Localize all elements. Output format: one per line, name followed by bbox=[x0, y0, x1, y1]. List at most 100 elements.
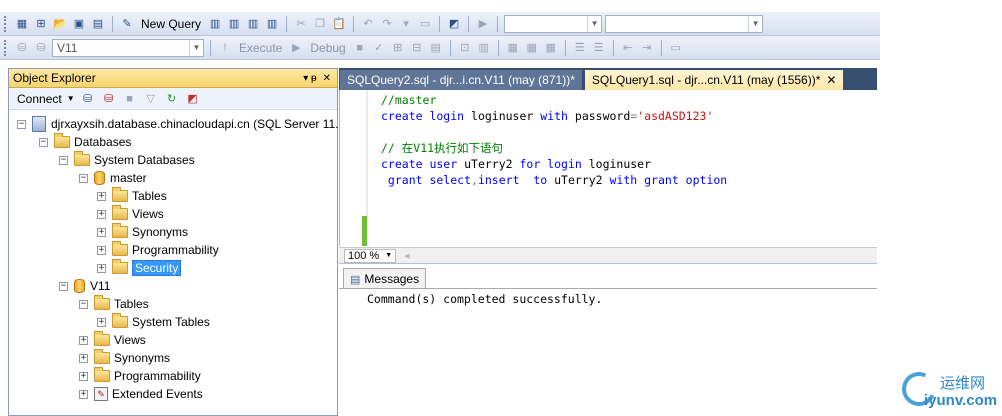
activity-monitor-icon[interactable]: ◩ bbox=[446, 16, 462, 32]
activity-monitor-icon[interactable]: ◩ bbox=[185, 91, 201, 107]
undo-icon[interactable]: ↶ bbox=[360, 16, 376, 32]
chevron-down-icon[interactable]: ▼ bbox=[587, 15, 601, 32]
expand-icon[interactable]: + bbox=[97, 227, 106, 237]
debug-button[interactable]: Debug bbox=[307, 41, 348, 55]
find-icon[interactable]: ▭ bbox=[417, 16, 433, 32]
close-icon[interactable]: ✕ bbox=[826, 73, 836, 87]
parse-icon[interactable]: ✓ bbox=[371, 40, 387, 56]
collapse-icon[interactable]: − bbox=[39, 137, 48, 147]
tree-node-v11-synonyms[interactable]: + Synonyms bbox=[79, 349, 170, 367]
tree-node-v11-tables[interactable]: − Tables bbox=[79, 295, 149, 313]
tree-node-databases[interactable]: − Databases bbox=[39, 133, 131, 151]
disconnect-icon[interactable]: ⛁ bbox=[101, 91, 117, 107]
new-query-button[interactable]: New Query bbox=[138, 17, 204, 31]
tree-node-master-synonyms[interactable]: + Synonyms bbox=[97, 223, 188, 241]
increase-indent-icon[interactable]: ⇥ bbox=[639, 40, 655, 56]
filter-icon[interactable]: ▽ bbox=[143, 91, 159, 107]
results-file-icon[interactable]: ▦ bbox=[543, 40, 559, 56]
solution-config-combo[interactable]: ▼ bbox=[504, 14, 603, 33]
connect-server-icon[interactable]: ⛁ bbox=[80, 91, 96, 107]
available-databases-combo[interactable]: V11 ▼ bbox=[52, 38, 204, 57]
tree-node-v11-extended-events[interactable]: + ✎ Extended Events bbox=[79, 385, 203, 403]
comment-icon[interactable]: ☰ bbox=[572, 40, 588, 56]
add-item-icon[interactable]: ⊞ bbox=[33, 16, 49, 32]
expand-icon[interactable]: + bbox=[97, 209, 106, 219]
collapse-icon[interactable]: − bbox=[17, 119, 26, 129]
scroll-left-icon[interactable]: ◂ bbox=[404, 249, 410, 262]
expand-icon[interactable]: + bbox=[97, 263, 106, 273]
tree-node-v11-system-tables[interactable]: + System Tables bbox=[97, 313, 210, 331]
tab-sqlquery1[interactable]: SQLQuery1.sql - djr...cn.V11 (may (1556)… bbox=[584, 70, 844, 90]
tree-node-v11-programmability[interactable]: + Programmability bbox=[79, 367, 201, 385]
tree-node-v11-views[interactable]: + Views bbox=[79, 331, 146, 349]
connect-icon[interactable]: ⛁ bbox=[14, 40, 30, 56]
collapse-icon[interactable]: − bbox=[79, 173, 88, 183]
query-designer-icon[interactable]: ⊟ bbox=[409, 40, 425, 56]
find-combo[interactable]: ▼ bbox=[605, 14, 764, 33]
save-all-icon[interactable]: ▤ bbox=[90, 16, 106, 32]
decrease-indent-icon[interactable]: ⇤ bbox=[620, 40, 636, 56]
expand-icon[interactable]: + bbox=[79, 335, 88, 345]
query-xmla-icon[interactable]: ▥ bbox=[264, 16, 280, 32]
tab-sqlquery2[interactable]: SQLQuery2.sql - djr...i.cn.V11 (may (871… bbox=[340, 70, 582, 90]
collapse-icon[interactable]: − bbox=[79, 299, 88, 309]
query-mdx-icon[interactable]: ▥ bbox=[226, 16, 242, 32]
tree-node-master-programmability[interactable]: + Programmability bbox=[97, 241, 219, 259]
query-dmx-icon[interactable]: ▥ bbox=[245, 16, 261, 32]
copy-icon[interactable]: ❐ bbox=[312, 16, 328, 32]
tree-node-master-views[interactable]: + Views bbox=[97, 205, 164, 223]
stop-icon[interactable]: ■ bbox=[352, 40, 368, 56]
tree-node-system-databases[interactable]: − System Databases bbox=[59, 151, 195, 169]
chevron-down-icon[interactable]: ▼ bbox=[67, 94, 75, 103]
results-text-icon[interactable]: ▦ bbox=[505, 40, 521, 56]
expand-icon[interactable]: + bbox=[97, 245, 106, 255]
zoom-select[interactable]: 100 % ▼ bbox=[344, 248, 397, 263]
toolbar-grip[interactable] bbox=[4, 15, 8, 32]
collapse-icon[interactable]: − bbox=[59, 281, 68, 291]
cut-icon[interactable]: ✂ bbox=[293, 16, 309, 32]
tree-node-master-tables[interactable]: + Tables bbox=[97, 187, 167, 205]
results-grid-icon[interactable]: ▦ bbox=[524, 40, 540, 56]
display-plan-icon[interactable]: ⊞ bbox=[390, 40, 406, 56]
pin-icon[interactable]: ▾ ᵽ bbox=[303, 73, 316, 84]
folder-icon bbox=[112, 241, 128, 256]
tree-node-v11[interactable]: − V11 bbox=[59, 277, 110, 295]
new-project-icon[interactable]: ▦ bbox=[14, 16, 30, 32]
redo-icon[interactable]: ↷ bbox=[379, 16, 395, 32]
client-stats-icon[interactable]: ▥ bbox=[476, 40, 492, 56]
query-type-icon[interactable]: ▥ bbox=[207, 16, 223, 32]
close-icon[interactable]: ✕ bbox=[323, 73, 331, 84]
chevron-down-icon[interactable]: ▼ bbox=[748, 15, 762, 32]
refresh-icon[interactable]: ↻ bbox=[164, 91, 180, 107]
expand-icon[interactable]: + bbox=[97, 317, 106, 327]
tab-messages[interactable]: ▤ Messages bbox=[343, 268, 427, 289]
execute-icon[interactable]: ! bbox=[217, 40, 233, 56]
query-editor[interactable]: //master create login loginuser with pas… bbox=[339, 90, 877, 246]
expand-icon[interactable]: + bbox=[97, 191, 106, 201]
change-connection-icon[interactable]: ⛁ bbox=[33, 40, 49, 56]
tree-node-master[interactable]: − master bbox=[79, 169, 147, 187]
include-plan-icon[interactable]: ⊡ bbox=[457, 40, 473, 56]
connect-button[interactable]: Connect bbox=[17, 92, 62, 106]
play-icon[interactable]: ▶ bbox=[475, 16, 491, 32]
save-icon[interactable]: ▣ bbox=[71, 16, 87, 32]
execute-button[interactable]: Execute bbox=[236, 41, 285, 55]
new-query-icon[interactable]: ✎ bbox=[119, 16, 135, 32]
chevron-down-icon[interactable]: ▼ bbox=[385, 252, 392, 259]
tree-node-server[interactable]: − djrxayxsih.database.chinacloudapi.cn (… bbox=[17, 115, 339, 133]
expand-icon[interactable]: + bbox=[79, 389, 88, 399]
tree-node-master-security[interactable]: + Security bbox=[97, 259, 182, 277]
uncomment-icon[interactable]: ☰ bbox=[591, 40, 607, 56]
specify-values-icon[interactable]: ▭ bbox=[668, 40, 684, 56]
intellisense-icon[interactable]: ▤ bbox=[428, 40, 444, 56]
open-file-icon[interactable]: 📂 bbox=[52, 16, 68, 32]
debug-icon[interactable]: ▶ bbox=[288, 40, 304, 56]
stop-icon[interactable]: ■ bbox=[122, 91, 138, 107]
expand-icon[interactable]: + bbox=[79, 353, 88, 363]
expand-icon[interactable]: + bbox=[79, 371, 88, 381]
collapse-icon[interactable]: − bbox=[59, 155, 68, 165]
paste-icon[interactable]: 📋 bbox=[331, 16, 347, 32]
chevron-down-icon[interactable]: ▼ bbox=[189, 39, 203, 56]
navigate-icon[interactable]: ▾ bbox=[398, 16, 414, 32]
toolbar-grip[interactable] bbox=[4, 39, 8, 56]
